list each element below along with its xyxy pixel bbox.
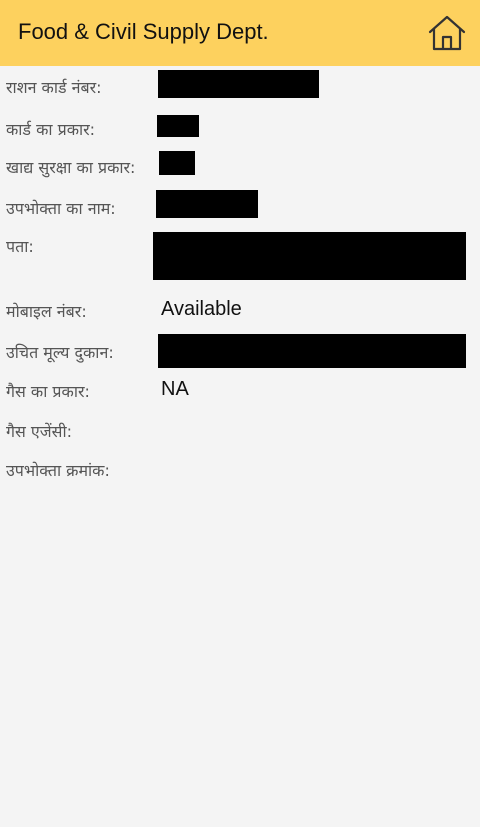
card-type-label: कार्ड का प्रकार: <box>6 120 96 139</box>
fair-price-shop-value-redacted <box>158 334 466 368</box>
home-button[interactable] <box>426 13 468 53</box>
gas-type-label: गैस का प्रकार: <box>6 382 90 401</box>
fair-price-shop-label: उचित मूल्य दुकान: <box>6 343 114 362</box>
consumer-name-value-redacted <box>156 190 258 218</box>
ration-card-number-value-redacted <box>158 70 319 98</box>
mobile-number-label: मोबाइल नंबर: <box>6 302 87 321</box>
ration-card-number-label: राशन कार्ड नंबर: <box>6 78 102 97</box>
food-security-type-value-redacted <box>159 151 195 175</box>
address-value-redacted <box>153 232 466 280</box>
page-title: Food & Civil Supply Dept. <box>18 19 269 44</box>
gas-agency-label: गैस एजेंसी: <box>6 422 72 441</box>
app-header: Food & Civil Supply Dept. <box>0 0 480 66</box>
consumer-name-label: उपभोक्ता का नाम: <box>6 199 116 218</box>
address-label: पता: <box>6 237 34 256</box>
food-security-type-label: खाद्य सुरक्षा का प्रकार: <box>6 158 136 177</box>
home-icon <box>426 13 468 53</box>
consumer-number-label: उपभोक्ता क्रमांक: <box>6 461 110 480</box>
mobile-number-value: Available <box>161 298 242 320</box>
gas-type-value: NA <box>161 378 189 400</box>
card-type-value-redacted <box>157 115 199 137</box>
